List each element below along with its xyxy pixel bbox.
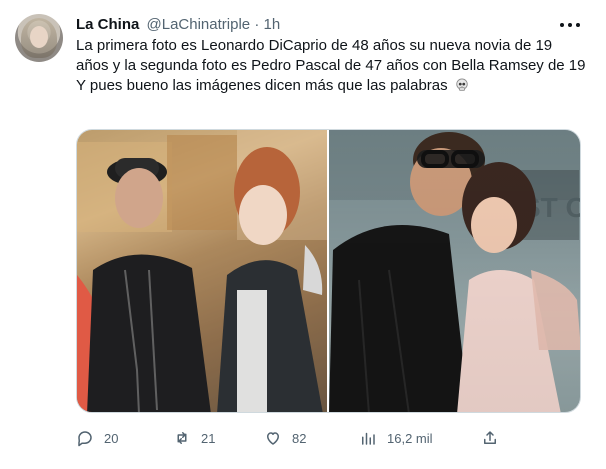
like-icon — [267, 432, 279, 445]
share-button[interactable] — [481, 426, 499, 450]
photo-pedro-illustration: ST OF US — [329, 130, 580, 412]
header-separator: · — [254, 16, 260, 33]
tweet-time[interactable]: 1h — [263, 16, 280, 33]
reply-button[interactable]: 20 — [76, 426, 118, 450]
like-count: 82 — [292, 430, 307, 446]
retweet-count: 21 — [201, 430, 216, 446]
tweet-action-bar: 20 21 82 16,2 mil — [76, 426, 506, 450]
skull-emoji — [456, 78, 468, 91]
tweet-text-line-1: La primera foto es Leonardo DiCaprio de … — [76, 37, 586, 74]
author-handle[interactable]: @LaChinatriple — [147, 16, 251, 33]
photo-leonardo-illustration — [77, 130, 327, 412]
tweet-header: La China @LaChinatriple · 1h — [76, 15, 280, 35]
tweet-text-line-2-label: Y pues bueno las imágenes dicen más que … — [76, 77, 448, 94]
avatar-face-shape — [30, 26, 48, 48]
photo-leonardo[interactable] — [77, 130, 327, 412]
like-button[interactable]: 82 — [264, 426, 306, 450]
reply-count: 20 — [104, 430, 119, 446]
tweet-card[interactable]: La China @LaChinatriple · 1h La primera … — [0, 0, 606, 469]
tweet-text-line-2: Y pues bueno las imágenes dicen más que … — [76, 76, 586, 96]
views-count: 16,2 mil — [387, 430, 433, 446]
more-dot-2 — [568, 23, 572, 27]
more-dot-3 — [576, 23, 580, 27]
retweet-button[interactable]: 21 — [173, 426, 215, 450]
photo-pedro[interactable]: ST OF US — [329, 130, 580, 412]
views-button[interactable]: 16,2 mil — [359, 426, 433, 450]
author-name[interactable]: La China — [76, 16, 139, 33]
more-dot-1 — [560, 23, 564, 27]
retweet-icon — [177, 432, 187, 444]
tweet-text: La primera foto es Leonardo DiCaprio de … — [76, 36, 586, 96]
share-icon — [484, 431, 496, 444]
views-icon — [362, 432, 375, 445]
tweet-media[interactable]: ST OF US — [76, 129, 581, 413]
more-icon[interactable] — [560, 20, 580, 30]
reply-icon — [78, 431, 92, 447]
avatar[interactable] — [15, 14, 63, 62]
